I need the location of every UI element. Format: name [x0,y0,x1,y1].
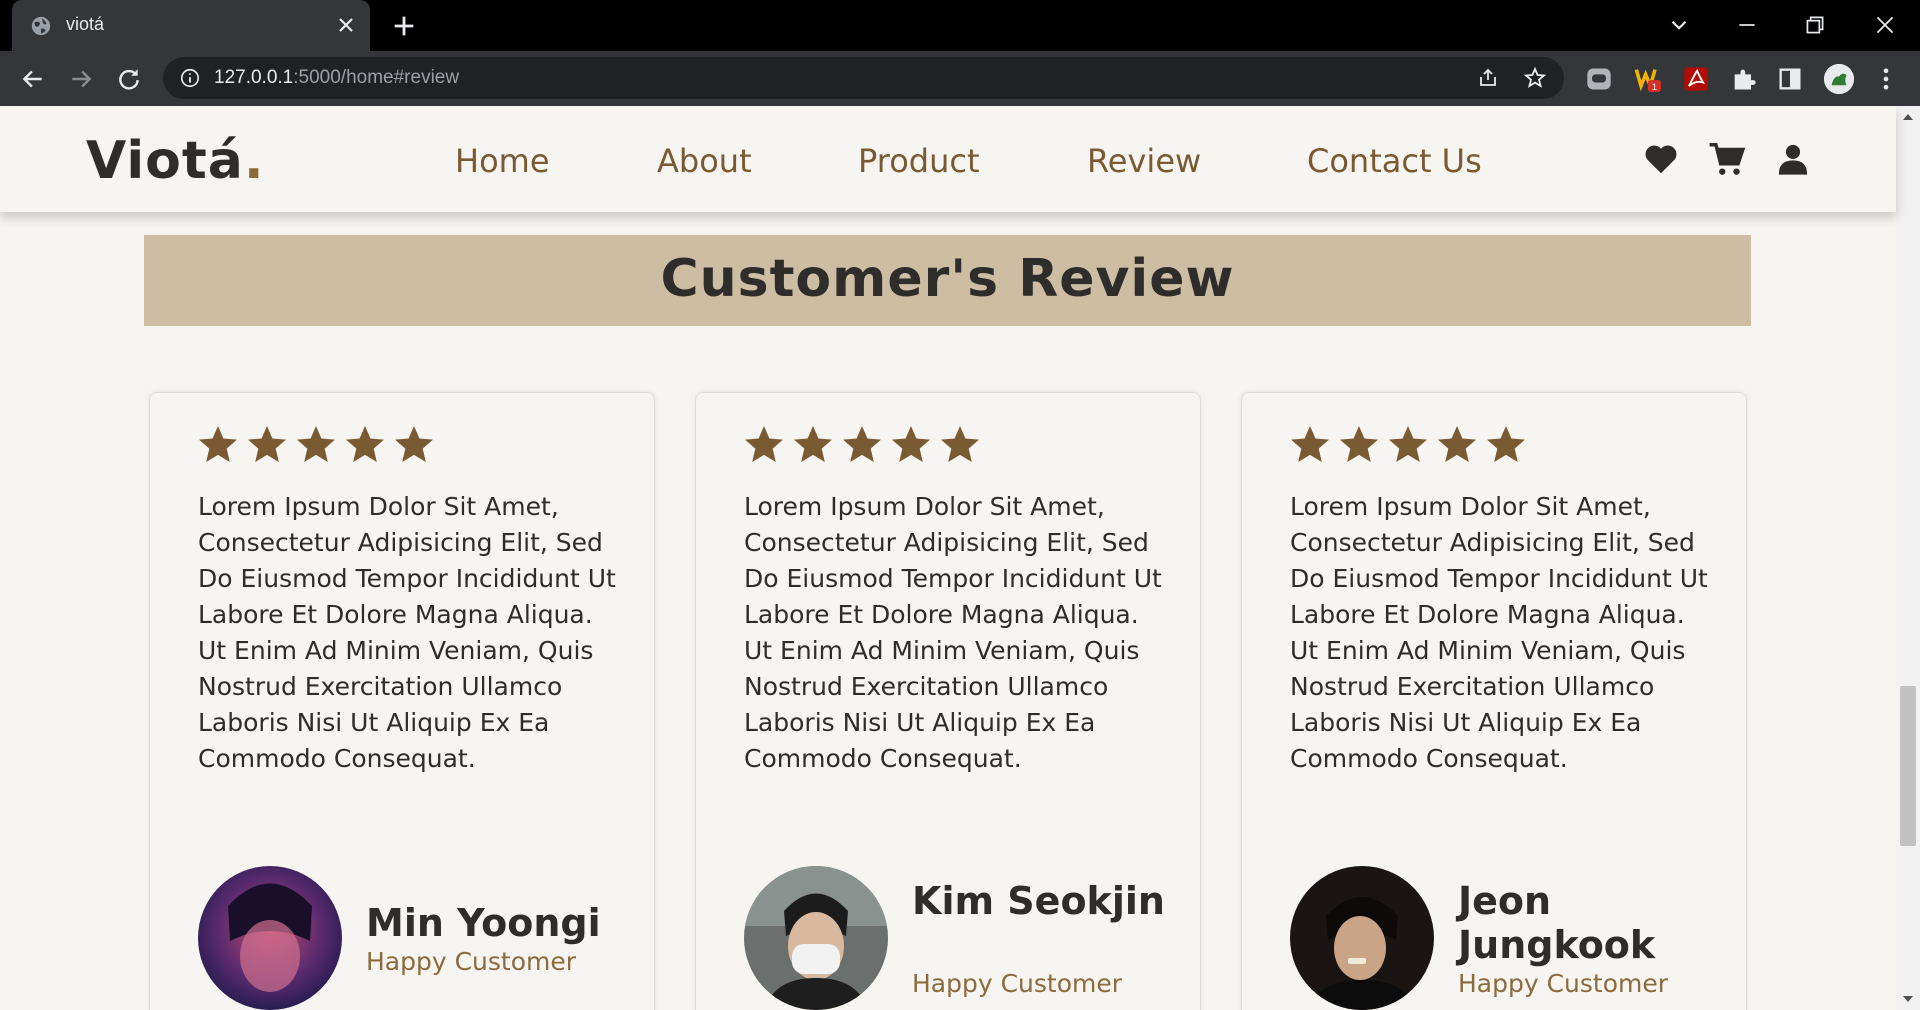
scrollbar-thumb[interactable] [1900,686,1916,846]
star-icon [297,426,335,462]
star-icon [248,426,286,462]
customer-avatar [198,866,342,1010]
customer-role: Happy Customer [1458,969,1669,998]
star-icon [395,426,433,462]
customer-role: Happy Customer [912,969,1123,998]
share-icon[interactable] [1476,66,1500,90]
customer-name: Kim Seokjin [912,879,1165,923]
nav-product[interactable]: Product [858,142,980,180]
review-card: Lorem Ipsum Dolor Sit Amet, Consectetur … [695,392,1201,1010]
star-icon [1438,426,1476,462]
back-icon[interactable] [20,66,46,92]
star-rating [199,426,433,462]
star-icon [892,426,930,462]
star-icon [794,426,832,462]
profile-avatar[interactable] [1824,64,1854,94]
star-icon [1389,426,1427,462]
star-icon [745,426,783,462]
address-bar[interactable]: 127.0.0.1:5000/home#review [163,57,1564,99]
customer-avatar [744,866,888,1010]
menu-kebab-icon[interactable] [1872,65,1900,93]
scroll-down-icon[interactable] [1902,994,1914,1004]
minimize-icon[interactable] [1734,12,1760,38]
nav-about[interactable]: About [657,142,752,180]
cart-icon[interactable] [1706,140,1748,178]
star-icon [199,426,237,462]
close-window-icon[interactable] [1872,12,1898,38]
customer-name: Jeon Jungkook [1458,879,1656,967]
site-logo[interactable]: Viotá. [86,131,265,191]
site-header: Viotá. Home About Product Review Contact… [0,106,1896,212]
tab-title: viotá [66,14,105,34]
section-title: Customer's Review [660,249,1235,309]
review-text: Lorem Ipsum Dolor Sit Amet, Consectetur … [744,492,1162,773]
browser-tab-strip: viotá [0,0,1920,51]
adobe-pdf-extension-icon[interactable] [1682,65,1710,93]
page-viewport: Viotá. Home About Product Review Contact… [0,106,1920,1010]
wappalyzer-extension-icon[interactable]: 1 [1634,65,1662,93]
new-tab-icon[interactable] [390,12,418,40]
restore-icon[interactable] [1802,12,1828,38]
bookmark-star-icon[interactable] [1523,66,1547,90]
customer-avatar [1290,866,1434,1010]
scroll-up-icon[interactable] [1902,112,1914,122]
tab-search-icon[interactable] [1666,12,1692,38]
nav-home[interactable]: Home [455,142,550,180]
close-tab-icon[interactable] [334,13,358,37]
review-card: Lorem Ipsum Dolor Sit Amet, Consectetur … [1241,392,1747,1010]
review-text: Lorem Ipsum Dolor Sit Amet, Consectetur … [1290,492,1708,773]
review-card: Lorem Ipsum Dolor Sit Amet, Consectetur … [149,392,655,1010]
star-icon [1487,426,1525,462]
heart-icon[interactable] [1642,140,1680,178]
page-scrollbar[interactable] [1896,106,1920,1010]
url-text: 127.0.0.1:5000/home#review [214,67,460,88]
review-section-banner: Customer's Review [144,235,1751,326]
profile-icon [1824,64,1854,94]
customer-name: Min Yoongi [366,901,601,945]
user-icon[interactable] [1776,140,1810,178]
site-info-icon[interactable] [179,67,201,89]
browser-tab[interactable]: viotá [12,0,370,51]
star-icon [843,426,881,462]
reload-icon[interactable] [116,66,142,92]
nav-contact-us[interactable]: Contact Us [1307,142,1482,180]
star-icon [346,426,384,462]
line-extension-icon[interactable] [1585,65,1613,93]
globe-icon [31,16,51,36]
svg-text:1: 1 [1652,82,1657,92]
forward-icon[interactable] [68,66,94,92]
extensions-puzzle-icon[interactable] [1730,65,1758,93]
star-rating [745,426,979,462]
star-icon [1291,426,1329,462]
browser-toolbar: 127.0.0.1:5000/home#review 1 [0,51,1920,106]
review-text: Lorem Ipsum Dolor Sit Amet, Consectetur … [198,492,616,773]
side-panel-icon[interactable] [1776,65,1804,93]
customer-role: Happy Customer [366,947,577,976]
star-icon [1340,426,1378,462]
star-rating [1291,426,1525,462]
star-icon [941,426,979,462]
nav-review[interactable]: Review [1087,142,1201,180]
